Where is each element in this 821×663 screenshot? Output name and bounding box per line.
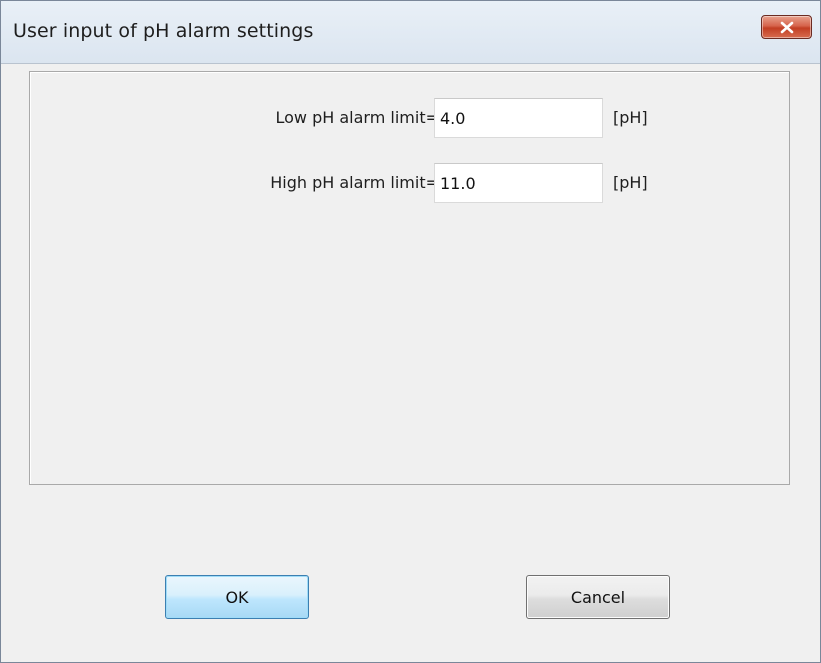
low-alarm-unit: [pH]: [613, 108, 648, 127]
close-icon: [780, 21, 794, 34]
ok-button[interactable]: OK: [165, 575, 309, 619]
high-alarm-label: High pH alarm limit=: [270, 173, 439, 192]
high-alarm-unit: [pH]: [613, 173, 648, 192]
low-alarm-row: Low pH alarm limit= [pH]: [30, 98, 789, 138]
dialog-window: User input of pH alarm settings Low pH a…: [0, 0, 821, 663]
title-bar[interactable]: User input of pH alarm settings: [1, 1, 820, 63]
alarm-settings-panel: Low pH alarm limit= [pH] High pH alarm l…: [29, 71, 790, 485]
high-alarm-input[interactable]: [434, 163, 603, 203]
high-alarm-row: High pH alarm limit= [pH]: [30, 163, 789, 203]
low-alarm-input[interactable]: [434, 98, 603, 138]
dialog-content: Low pH alarm limit= [pH] High pH alarm l…: [1, 63, 820, 662]
cancel-button[interactable]: Cancel: [526, 575, 670, 619]
window-title: User input of pH alarm settings: [13, 20, 314, 42]
low-alarm-label: Low pH alarm limit=: [275, 108, 440, 127]
close-button[interactable]: [761, 15, 812, 39]
